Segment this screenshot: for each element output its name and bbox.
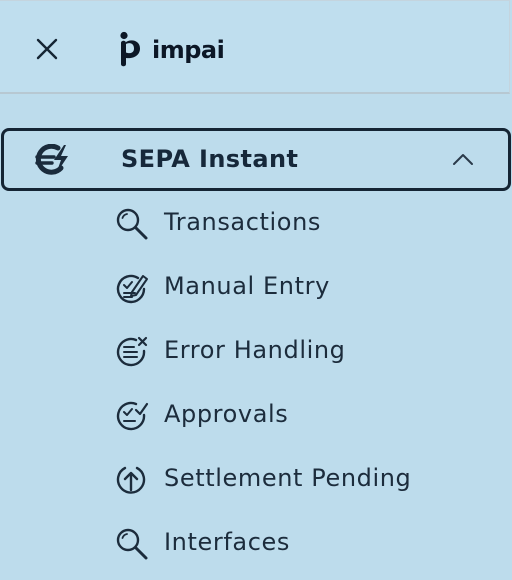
menu-item-settlement-pending[interactable]: Settlement Pending: [0, 448, 512, 512]
logo-text: impai: [152, 36, 225, 64]
close-button[interactable]: [30, 32, 64, 66]
sepa-instant-section-toggle[interactable]: SEPA Instant: [1, 128, 511, 191]
drawer-header: impai: [0, 0, 510, 94]
menu-item-label: Transactions: [164, 208, 322, 236]
error-list-icon: [114, 334, 150, 370]
menu-item-error-handling[interactable]: Error Handling: [0, 320, 512, 384]
menu-item-label: Settlement Pending: [164, 464, 412, 492]
menu-item-transactions[interactable]: Transactions: [0, 192, 512, 256]
chevron-up-icon[interactable]: [452, 151, 474, 167]
sepa-instant-icon: [35, 144, 68, 175]
menu-item-label: Approvals: [164, 400, 289, 428]
close-icon: [36, 38, 58, 60]
search-icon: [114, 206, 150, 242]
menu-item-approvals[interactable]: Approvals: [0, 384, 512, 448]
menu-item-label: Manual Entry: [164, 272, 330, 300]
impai-logo-mark: [120, 31, 140, 67]
edit-checklist-icon: [114, 270, 150, 306]
search-icon: [114, 526, 150, 562]
menu-item-label: Interfaces: [164, 528, 290, 556]
approval-check-icon: [114, 398, 150, 434]
impai-logo[interactable]: impai: [118, 30, 225, 70]
navigation-drawer: impai SEPA Instant Transactions Manual E…: [0, 0, 512, 580]
upload-circle-icon: [114, 462, 150, 498]
menu-item-interfaces[interactable]: Interfaces: [0, 512, 512, 576]
menu-item-manual-entry[interactable]: Manual Entry: [0, 256, 512, 320]
menu-item-label: Error Handling: [164, 336, 346, 364]
section-title: SEPA Instant: [121, 145, 299, 173]
